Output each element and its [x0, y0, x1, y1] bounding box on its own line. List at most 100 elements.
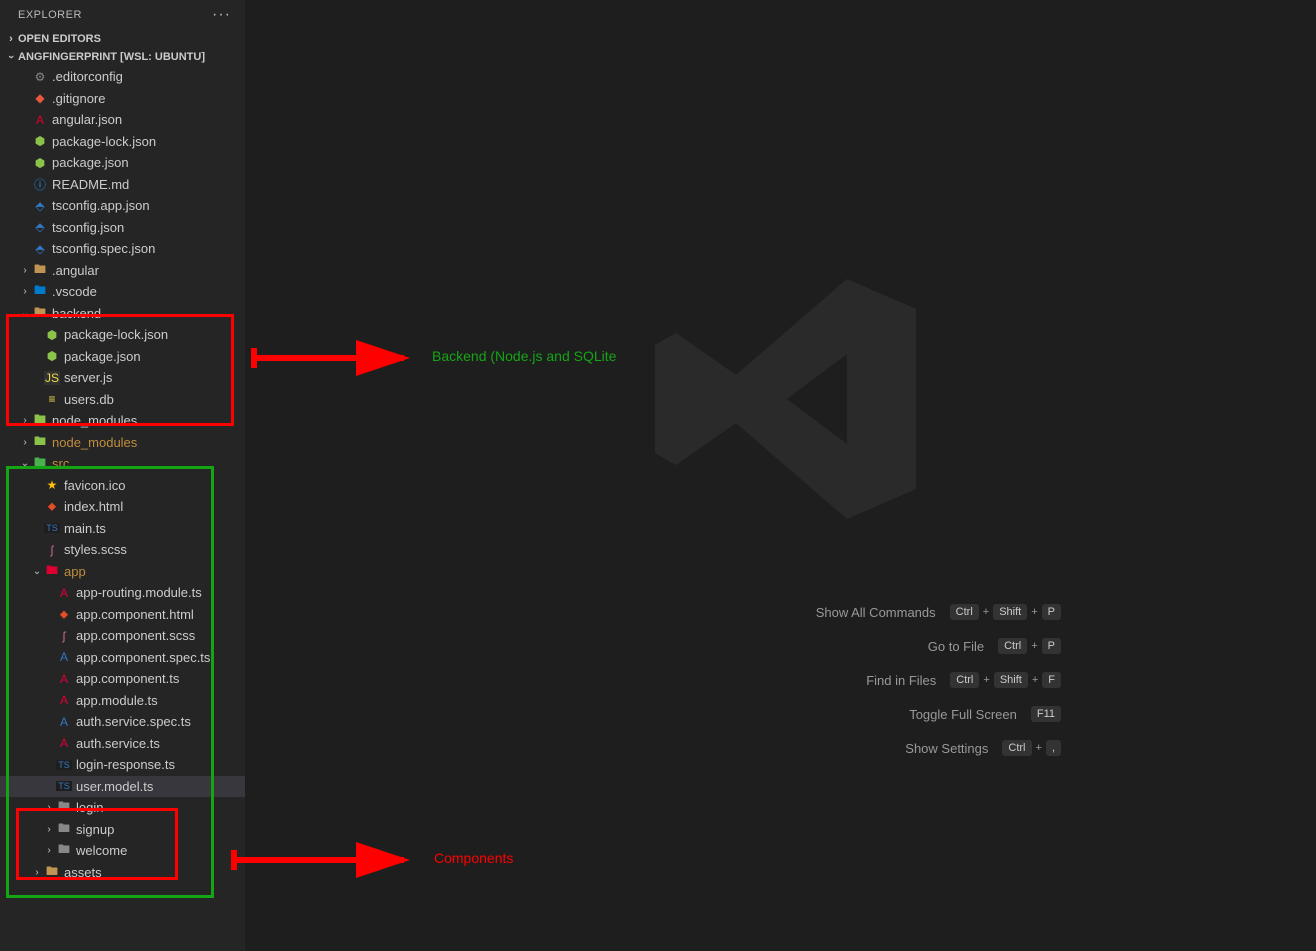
tree-item-label: app.component.ts [76, 671, 179, 686]
explorer-sidebar: EXPLORER ··· › OPEN EDITORS › ANGFINGERP… [0, 0, 246, 951]
shortcut-keys: Ctrl+Shift+F [950, 672, 1061, 688]
file-.gitignore[interactable]: ◆.gitignore [0, 88, 245, 110]
file-server.js[interactable]: JSserver.js [0, 367, 245, 389]
shortcut-row: Find in FilesCtrl+Shift+F [501, 663, 1061, 697]
chevron-down-icon[interactable]: ⌄ [30, 566, 44, 577]
plus-icon: + [1036, 742, 1042, 754]
file-app.component.ts[interactable]: Aapp.component.ts [0, 668, 245, 690]
scss-icon: ʃ [56, 629, 72, 643]
tree-item-label: app-routing.module.ts [76, 585, 202, 600]
ang-icon: A [32, 113, 48, 127]
file-package-lock.json[interactable]: ⬢package-lock.json [0, 131, 245, 153]
file-package.json[interactable]: ⬢package.json [0, 152, 245, 174]
chevron-right-icon[interactable]: › [42, 802, 56, 813]
folder-login[interactable]: ›🖿login [0, 797, 245, 819]
file-tsconfig.app.json[interactable]: ⬘tsconfig.app.json [0, 195, 245, 217]
file-auth.service.ts[interactable]: Aauth.service.ts [0, 733, 245, 755]
tree-item-label: .vscode [52, 284, 97, 299]
file-index.html[interactable]: ⬥index.html [0, 496, 245, 518]
chevron-right-icon[interactable]: › [30, 867, 44, 878]
folder-.vscode[interactable]: ›🖿 .vscode [0, 281, 245, 303]
tree-item-label: main.ts [64, 521, 106, 536]
folder-welcome[interactable]: ›🖿welcome [0, 840, 245, 862]
tree-item-label: .angular [52, 263, 99, 278]
tscfg-icon: ⬘ [32, 220, 48, 234]
plus-icon: + [1032, 674, 1038, 686]
file-main.ts[interactable]: TSmain.ts [0, 518, 245, 540]
file-tsconfig.spec.json[interactable]: ⬘tsconfig.spec.json [0, 238, 245, 260]
file-app-routing.module.ts[interactable]: Aapp-routing.module.ts [0, 582, 245, 604]
keycap: F [1042, 672, 1061, 688]
shortcut-keys: Ctrl+Shift+P [950, 604, 1061, 620]
star-icon: ★ [44, 478, 60, 492]
angts-icon: A [56, 672, 72, 686]
keycap: Ctrl [950, 672, 979, 688]
folder-assets[interactable]: ›🖿assets [0, 862, 245, 884]
file-favicon.ico[interactable]: ★favicon.ico [0, 475, 245, 497]
file-app.module.ts[interactable]: Aapp.module.ts [0, 690, 245, 712]
chevron-right-icon[interactable]: › [42, 824, 56, 835]
chevron-down-icon[interactable]: ⌄ [18, 308, 32, 319]
shortcut-keys: Ctrl+P [998, 638, 1061, 654]
tree-item-label: app [64, 564, 86, 579]
file-app.component.html[interactable]: ⬥app.component.html [0, 604, 245, 626]
chevron-right-icon[interactable]: › [18, 415, 32, 426]
keycap: , [1046, 740, 1061, 756]
git-icon: ◆ [32, 91, 48, 105]
open-editors-section[interactable]: › OPEN EDITORS [0, 30, 245, 48]
fold-icon: 🖿 [44, 862, 60, 883]
nm-icon: 🖿 [32, 432, 48, 453]
file-package.json[interactable]: ⬢ package.json [0, 346, 245, 368]
shortcut-label: Show Settings [905, 741, 988, 756]
chevron-right-icon[interactable]: › [18, 265, 32, 276]
vscode-icon: 🖿 [32, 281, 48, 302]
npm-icon: ⬢ [44, 349, 60, 363]
js-icon: JS [44, 371, 60, 385]
folder-signup[interactable]: ›🖿signup [0, 819, 245, 841]
folder-node_modules[interactable]: ›🖿node_modules [0, 410, 245, 432]
file-user.model.ts[interactable]: TS user.model.ts [0, 776, 245, 798]
chevron-down-icon[interactable]: ⌄ [18, 458, 32, 469]
annotation-arrow-backend [244, 338, 424, 378]
app-icon: 🖿 [44, 561, 60, 582]
workspace-section[interactable]: › ANGFINGERPRINT [WSL: UBUNTU] [0, 48, 245, 66]
chevron-right-icon[interactable]: › [18, 437, 32, 448]
ts-icon: TS [56, 781, 72, 791]
chevron-down-icon: › [5, 50, 17, 64]
file-login-response.ts[interactable]: TSlogin-response.ts [0, 754, 245, 776]
folder-.angular[interactable]: ›🖿 .angular [0, 260, 245, 282]
tree-item-label: user.model.ts [76, 779, 153, 794]
file-auth.service.spec.ts[interactable]: Aauth.service.spec.ts [0, 711, 245, 733]
file-package-lock.json[interactable]: ⬢package-lock.json [0, 324, 245, 346]
tree-item-label: app.component.html [76, 607, 194, 622]
file-app.component.spec.ts[interactable]: Aapp.component.spec.ts [0, 647, 245, 669]
tree-item-label: node_modules [52, 413, 137, 428]
folder-node_modules[interactable]: ›🖿node_modules [0, 432, 245, 454]
file-styles.scss[interactable]: ʃstyles.scss [0, 539, 245, 561]
file-.editorconfig[interactable]: ⚙.editorconfig [0, 66, 245, 88]
angts-icon: A [56, 693, 72, 707]
annotation-text-backend: Backend (Node.js and SQLite [432, 348, 616, 364]
file-tsconfig.json[interactable]: ⬘ tsconfig.json [0, 217, 245, 239]
fgray-icon: 🖿 [56, 819, 72, 840]
angts-icon: A [56, 586, 72, 600]
tree-item-label: welcome [76, 843, 127, 858]
tree-item-label: app.component.spec.ts [76, 650, 210, 665]
more-icon[interactable]: ··· [212, 6, 237, 24]
file-users.db[interactable]: ≡users.db [0, 389, 245, 411]
folder-src[interactable]: ⌄🖿src [0, 453, 245, 475]
folder-app[interactable]: ⌄🖿 app [0, 561, 245, 583]
fold-icon: 🖿 [32, 260, 48, 281]
file-README.md[interactable]: ⓘREADME.md [0, 174, 245, 196]
chevron-right-icon[interactable]: › [42, 845, 56, 856]
keycap: Ctrl [950, 604, 979, 620]
folder-backend[interactable]: ⌄🖿backend [0, 303, 245, 325]
chevron-right-icon[interactable]: › [18, 286, 32, 297]
file-angular.json[interactable]: Aangular.json [0, 109, 245, 131]
file-app.component.scss[interactable]: ʃapp.component.scss [0, 625, 245, 647]
plus-icon: + [1031, 606, 1037, 618]
tree-item-label: tsconfig.json [52, 220, 124, 235]
shortcut-row: Show All CommandsCtrl+Shift+P [501, 595, 1061, 629]
tree-item-label: package.json [64, 349, 141, 364]
tscfg-icon: ⬘ [32, 199, 48, 213]
